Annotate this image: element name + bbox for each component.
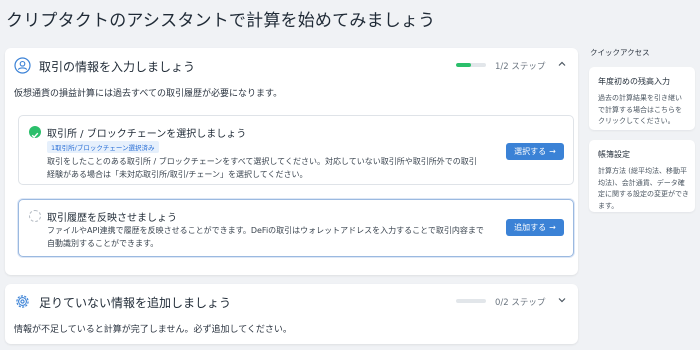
- step-title: 取引所 / ブロックチェーンを選択しましょう: [47, 129, 247, 140]
- transactions-progress-fill: [456, 63, 471, 67]
- quick-access-card-title: 帳簿設定: [598, 150, 630, 159]
- select-exchange-button[interactable]: 選択する →: [506, 143, 564, 160]
- transactions-card-description: 仮想通貨の損益計算には過去すべての取引履歴が必要になります。: [14, 89, 283, 99]
- add-button-label: 追加する: [514, 223, 547, 232]
- step-text-line: 自動識別することができます。: [47, 239, 159, 248]
- missing-info-card-description: 情報が不足していると計算が完了しません。必ず追加してください。: [14, 325, 292, 335]
- transactions-progress-text: 1/2 ステップ: [495, 62, 546, 72]
- quick-access-card-text: 計算方法 (総平均法、移動平: [598, 167, 687, 175]
- quick-access-card-text: 均法)、会計通貨、データ確: [598, 178, 685, 187]
- transactions-card-header[interactable]: 取引の情報を入力しましょう 1/2 ステップ: [5, 48, 578, 84]
- page-title: クリプタクトのアシスタントで計算を始めてみましょう: [6, 11, 436, 31]
- missing-info-progress-bar: [456, 299, 486, 303]
- quick-access-card-title: 年度初めの残高入力: [598, 77, 670, 86]
- quick-access-card-text: ます。: [598, 201, 619, 210]
- quick-access-card-text: 過去の計算結果を引き継い: [598, 94, 682, 102]
- check-circle-icon: [29, 126, 41, 139]
- missing-info-progress-text: 0/2 ステップ: [495, 298, 546, 308]
- step-title: 取引履歴を反映させましょう: [47, 213, 177, 224]
- step-text-line: 経験がある場合は「未対応取引所/取引/チェーン」を選択してください。: [47, 170, 308, 179]
- add-history-button[interactable]: 追加する →: [506, 219, 564, 236]
- status-badge: 1取引所/ブロックチェーン選択済み: [47, 141, 159, 153]
- missing-info-card-header[interactable]: 足りていない情報を追加しましょう 0/2 ステップ: [5, 284, 578, 320]
- quick-access-heading: クイックアクセス: [590, 48, 650, 57]
- user-settings-icon: [14, 57, 31, 74]
- step-text-line: ファイルやAPI連携で履歴を反映させることができます。DeFiの取引はウォレット…: [47, 226, 484, 235]
- step-import-history: 取引履歴を反映させましょう ファイルやAPI連携で履歴を反映させることができます…: [18, 199, 574, 257]
- gear-icon: [14, 293, 31, 310]
- arrow-right-icon: →: [549, 147, 556, 156]
- chevron-up-icon[interactable]: [556, 59, 568, 71]
- quick-access-card-text: 定に関する設定の変更ができ: [598, 190, 689, 198]
- transactions-card-title: 取引の情報を入力しましょう: [39, 60, 196, 74]
- step-select-exchange: 取引所 / ブロックチェーンを選択しましょう 1取引所/ブロックチェーン選択済み…: [18, 115, 574, 185]
- quick-access-card-text: で計算する場合はこちらを: [598, 105, 682, 114]
- quick-access-card-text: クリックしてください。: [598, 117, 675, 125]
- transactions-card: 取引の情報を入力しましょう 1/2 ステップ 仮想通貨の損益計算には過去すべての…: [5, 48, 578, 275]
- pending-circle-icon: [29, 210, 41, 222]
- missing-info-card: 足りていない情報を追加しましょう 0/2 ステップ 情報が不足していると計算が完…: [5, 284, 578, 344]
- arrow-right-icon: →: [549, 223, 556, 232]
- step-text-line: 取引をしたことのある取引所 / ブロックチェーンをすべて選択してください。対応し…: [47, 157, 477, 166]
- transactions-progress-bar: [456, 63, 486, 67]
- quick-access-opening-balance[interactable]: 年度初めの残高入力 過去の計算結果を引き継い で計算する場合はこちらを クリック…: [589, 67, 695, 130]
- missing-info-card-title: 足りていない情報を追加しましょう: [39, 296, 232, 310]
- quick-access-ledger-settings[interactable]: 帳簿設定 計算方法 (総平均法、移動平 均法)、会計通貨、データ確 定に関する設…: [589, 140, 695, 212]
- chevron-down-icon[interactable]: [556, 295, 568, 307]
- select-button-label: 選択する: [514, 147, 547, 156]
